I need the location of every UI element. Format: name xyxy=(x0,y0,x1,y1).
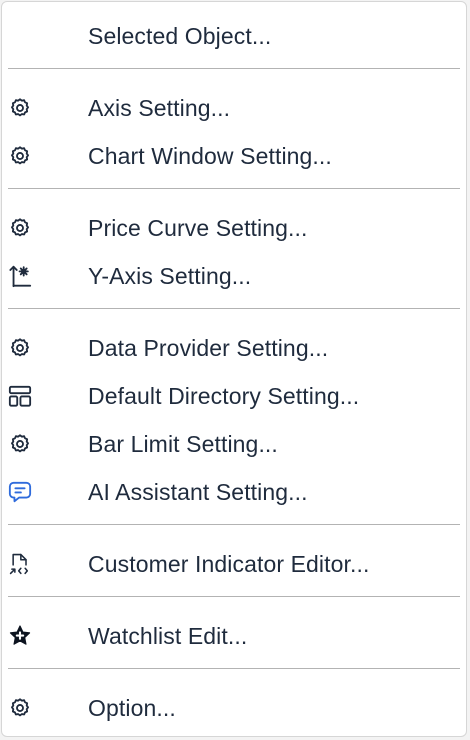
menu-separator xyxy=(8,596,460,597)
gear-icon xyxy=(8,336,32,360)
code-file-icon xyxy=(8,552,32,576)
menu-item-price-curve-setting[interactable]: Price Curve Setting... xyxy=(2,206,466,250)
menu-item-chart-window-setting[interactable]: Chart Window Setting... xyxy=(2,134,466,178)
menu-item-label: Price Curve Setting... xyxy=(88,215,308,241)
menu-item-axis-setting[interactable]: Axis Setting... xyxy=(2,86,466,130)
menu-item-option[interactable]: Option... xyxy=(2,686,466,730)
menu-separator xyxy=(8,524,460,525)
layout-icon xyxy=(8,384,32,408)
gear-icon xyxy=(8,144,32,168)
chat-bubble-icon xyxy=(8,480,32,504)
menu-item-label: Chart Window Setting... xyxy=(88,143,332,169)
menu-item-label: Option... xyxy=(88,695,176,721)
axis-gear-icon xyxy=(8,264,32,288)
menu-separator xyxy=(8,188,460,189)
menu-item-ai-assistant-setting[interactable]: AI Assistant Setting... xyxy=(2,470,466,514)
gear-icon xyxy=(8,96,32,120)
menu-item-bar-limit-setting[interactable]: Bar Limit Setting... xyxy=(2,422,466,466)
star-plus-icon xyxy=(8,624,32,648)
menu-item-watchlist-edit[interactable]: Watchlist Edit... xyxy=(2,614,466,658)
menu-item-label: Axis Setting... xyxy=(88,95,231,121)
menu-item-label: AI Assistant Setting... xyxy=(88,479,308,505)
menu-item-label: Y-Axis Setting... xyxy=(88,263,252,289)
menu-separator xyxy=(8,668,460,669)
menu-item-label: Bar Limit Setting... xyxy=(88,431,278,457)
menu-item-selected-object[interactable]: Selected Object... xyxy=(2,14,466,58)
menu-item-label: Selected Object... xyxy=(88,23,272,49)
menu-item-label: Data Provider Setting... xyxy=(88,335,329,361)
menu-item-customer-indicator-editor[interactable]: Customer Indicator Editor... xyxy=(2,542,466,586)
menu-item-label: Watchlist Edit... xyxy=(88,623,248,649)
gear-icon xyxy=(8,696,32,720)
menu-item-data-provider-setting[interactable]: Data Provider Setting... xyxy=(2,326,466,370)
gear-icon xyxy=(8,216,32,240)
menu-item-label: Customer Indicator Editor... xyxy=(88,551,370,577)
gear-icon xyxy=(8,432,32,456)
settings-context-menu: Selected Object... Axis Setting... Chart… xyxy=(1,1,467,737)
menu-separator xyxy=(8,68,460,69)
menu-separator xyxy=(8,308,460,309)
menu-item-default-directory-setting[interactable]: Default Directory Setting... xyxy=(2,374,466,418)
menu-item-label: Default Directory Setting... xyxy=(88,383,360,409)
menu-item-y-axis-setting[interactable]: Y-Axis Setting... xyxy=(2,254,466,298)
